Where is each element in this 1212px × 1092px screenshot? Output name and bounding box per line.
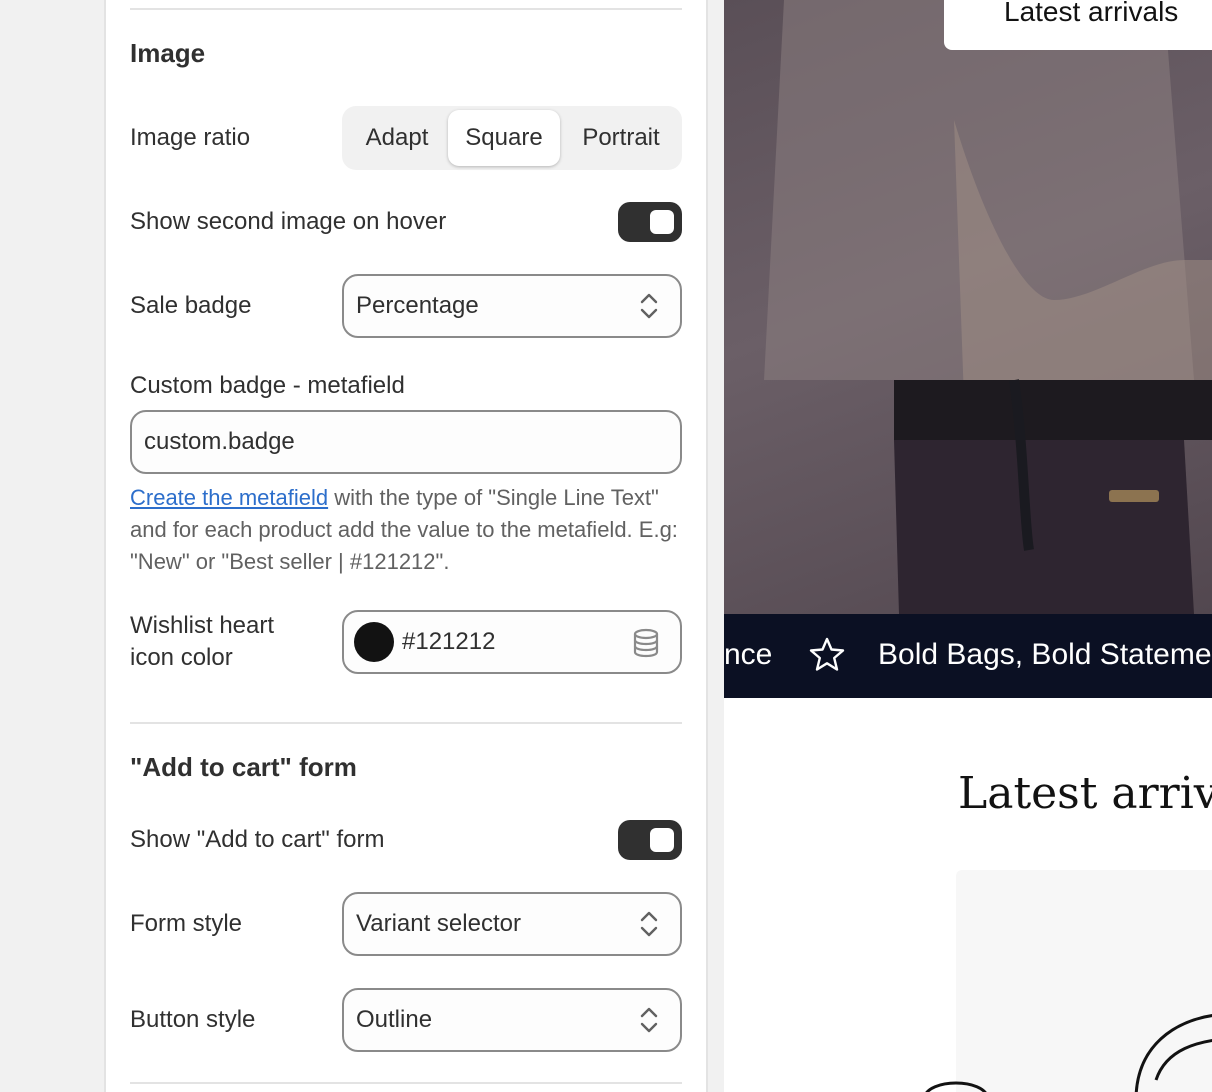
show-add-to-cart-label: Show "Add to cart" form	[130, 826, 385, 853]
create-metafield-link[interactable]: Create the metafield	[130, 485, 328, 510]
chevron-updown-icon	[640, 911, 658, 937]
ratio-option-portrait[interactable]: Portrait	[564, 110, 678, 166]
settings-panel: Image Image ratio Adapt Square Portrait …	[104, 0, 708, 1092]
wishlist-color-field[interactable]: #121212	[342, 610, 682, 674]
hover-image-label: Show second image on hover	[130, 208, 447, 235]
section-title-add-to-cart: "Add to cart" form	[130, 752, 357, 782]
wishlist-color-label: Wishlist heart icon color	[130, 612, 275, 671]
sale-badge-label: Sale badge	[130, 292, 252, 319]
custom-badge-input[interactable]: custom.badge	[130, 410, 682, 474]
color-swatch[interactable]	[354, 622, 394, 662]
chevron-updown-icon	[640, 293, 658, 319]
hero-chip-label: Latest arrivals	[1004, 0, 1179, 27]
hero-image: Latest arrivals	[724, 0, 1212, 614]
star-icon	[809, 637, 845, 671]
marquee-text-right: Bold Bags, Bold Statements	[878, 638, 1212, 671]
product-illustration	[1134, 1014, 1212, 1092]
marquee-banner: nce Bold Bags, Bold Statements	[724, 614, 1212, 698]
database-icon[interactable]	[632, 628, 660, 658]
section-divider	[130, 1082, 682, 1084]
product-card[interactable]	[956, 870, 1212, 1092]
form-style-label: Form style	[130, 910, 243, 937]
latest-arrivals-heading: Latest arrivals	[958, 768, 1212, 819]
button-style-select[interactable]: Outline	[342, 988, 682, 1052]
chevron-updown-icon	[640, 1007, 658, 1033]
hero-chip[interactable]: Latest arrivals	[944, 0, 1212, 50]
image-ratio-label: Image ratio	[130, 124, 251, 151]
wishlist-color-value: #121212	[402, 628, 496, 655]
form-style-value: Variant selector	[356, 910, 521, 937]
image-ratio-segmented: Adapt Square Portrait	[342, 106, 682, 170]
hover-image-toggle[interactable]	[618, 202, 682, 242]
marquee-text-left: nce	[724, 638, 773, 671]
metafield-help-text: Create the metafield with the type of "S…	[130, 482, 682, 578]
hero-illustration	[764, 0, 1212, 614]
ratio-option-square[interactable]: Square	[448, 110, 560, 166]
custom-badge-value: custom.badge	[144, 428, 295, 455]
toggle-knob	[650, 210, 674, 234]
ratio-option-adapt[interactable]: Adapt	[346, 110, 448, 166]
store-preview: Latest arrivals nce Bold Bags, Bold Stat…	[724, 0, 1212, 1092]
toggle-knob	[650, 828, 674, 852]
form-style-select[interactable]: Variant selector	[342, 892, 682, 956]
button-style-value: Outline	[356, 1006, 433, 1033]
sale-badge-select[interactable]: Percentage	[342, 274, 682, 338]
show-add-to-cart-toggle[interactable]	[618, 820, 682, 860]
section-divider	[130, 722, 682, 724]
section-divider	[130, 8, 682, 10]
product-circle-outline	[925, 1081, 987, 1092]
section-title-image: Image	[130, 38, 206, 68]
button-style-label: Button style	[130, 1006, 256, 1033]
custom-badge-label: Custom badge - metafield	[130, 372, 405, 399]
sale-badge-value: Percentage	[356, 292, 479, 319]
